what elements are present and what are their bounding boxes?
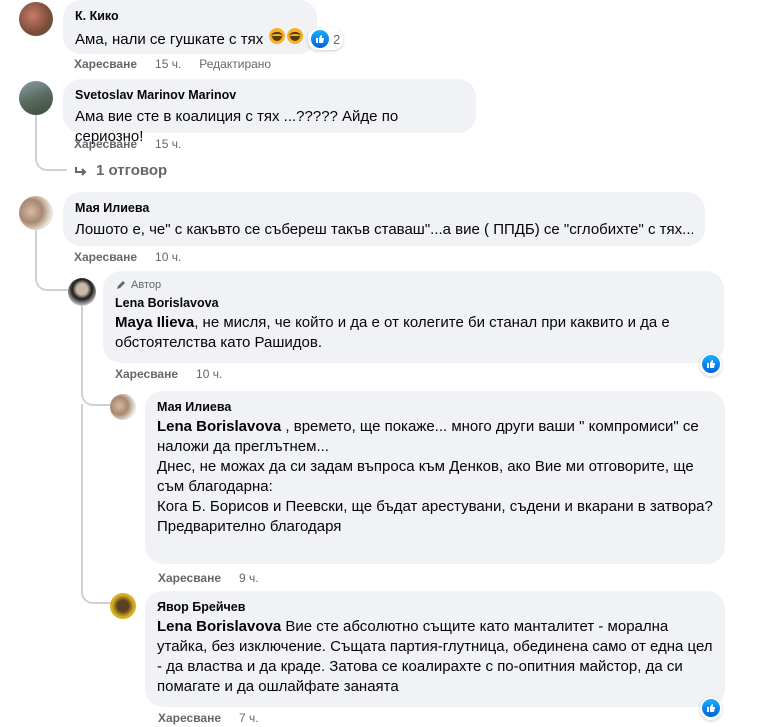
pencil-icon xyxy=(117,281,125,289)
reply-actions: Харесване 10 ч. xyxy=(115,367,240,381)
reply-text: Lena Borislavova , времето, ще покаже...… xyxy=(157,418,699,455)
reply-time[interactable]: 10 ч. xyxy=(196,367,222,381)
comment-author[interactable]: Мая Илиева xyxy=(75,200,693,216)
mention-link[interactable]: Lena Borislavova xyxy=(157,618,281,635)
reply-text-line: Предварително благодаря xyxy=(157,518,342,535)
comment-time[interactable]: 10 ч. xyxy=(155,250,181,264)
reply-actions: Харесване 7 ч. xyxy=(158,711,277,725)
avatar[interactable] xyxy=(19,81,53,115)
like-reaction-icon xyxy=(702,699,720,717)
laughing-emoji-icon xyxy=(269,28,286,44)
comment-time[interactable]: 15 ч. xyxy=(155,137,181,151)
comment-actions: Харесване 15 ч. xyxy=(74,137,199,151)
like-reaction-icon xyxy=(311,30,329,48)
reaction-count: 2 xyxy=(333,31,341,47)
avatar[interactable] xyxy=(19,2,53,36)
laughing-emoji-icon xyxy=(287,28,304,44)
thread-line-svetoslav xyxy=(35,114,67,171)
reaction-summary[interactable] xyxy=(700,353,722,376)
mention-link[interactable]: Maya Ilieva xyxy=(115,314,194,331)
avatar[interactable] xyxy=(68,278,96,306)
comment-bubble: Svetoslav Marinov Marinov Ама вие сте в … xyxy=(63,79,476,145)
reply-actions: Харесване 9 ч. xyxy=(158,571,277,585)
author-badge: Автор xyxy=(115,279,712,291)
reaction-summary[interactable] xyxy=(700,697,722,720)
reply-author[interactable]: Явор Брейчев xyxy=(157,599,713,615)
comment-bubble: Мая Илиева Лошото е, че" с какъвто се съ… xyxy=(63,192,705,246)
avatar[interactable] xyxy=(110,394,136,420)
comment-author[interactable]: К. Кико xyxy=(75,8,305,24)
like-button[interactable]: Харесване xyxy=(115,367,178,381)
like-button[interactable]: Харесване xyxy=(74,250,137,264)
reply-time[interactable]: 7 ч. xyxy=(239,711,259,725)
reaction-summary[interactable]: 2 xyxy=(308,28,344,50)
comment-actions: Харесване 15 ч. Редактирано xyxy=(74,57,271,71)
reply-author[interactable]: Lena Borislavova xyxy=(115,295,712,311)
view-replies-link[interactable]: 1 отговор xyxy=(74,162,167,179)
edited-label: Редактирано xyxy=(199,57,272,71)
avatar[interactable] xyxy=(110,593,136,619)
comment-time[interactable]: 15 ч. xyxy=(155,57,181,71)
reply-bubble: Мая Илиева Lena Borislavova , времето, щ… xyxy=(145,391,725,564)
like-button[interactable]: Харесване xyxy=(74,137,137,151)
reply-arrow-icon xyxy=(75,166,87,176)
avatar[interactable] xyxy=(19,196,53,230)
comment-text: Лошото е, че" с какъвто се събереш такъв… xyxy=(75,221,693,238)
like-button[interactable]: Харесване xyxy=(158,571,221,585)
reply-text-line: Днес, не можах да си задам въпроса към Д… xyxy=(157,458,694,495)
reply-text: Maya Ilieva, не мисля, че който и да е о… xyxy=(115,314,670,351)
mention-link[interactable]: Lena Borislavova xyxy=(157,418,281,435)
reply-text: Lena Borislavova Вие сте абсолютно същит… xyxy=(157,618,713,695)
comment-text: Ама, нали се гушкате с тях xyxy=(75,28,305,50)
thread-line-lena-2 xyxy=(81,404,111,604)
reply-time[interactable]: 9 ч. xyxy=(239,571,259,585)
comment-bubble: К. Кико Ама, нали се гушкате с тях xyxy=(63,0,317,54)
like-button[interactable]: Харесване xyxy=(74,57,137,71)
reply-author[interactable]: Мая Илиева xyxy=(157,399,713,415)
comment-author[interactable]: Svetoslav Marinov Marinov xyxy=(75,87,464,103)
reply-bubble: Автор Lena Borislavova Maya Ilieva, не м… xyxy=(103,271,724,363)
thread-line-maya xyxy=(35,228,68,291)
reply-bubble: Явор Брейчев Lena Borislavova Вие сте аб… xyxy=(145,591,725,707)
replies-count[interactable]: 1 отговор xyxy=(96,162,167,179)
like-reaction-icon xyxy=(702,355,720,373)
comment-actions: Харесване 10 ч. xyxy=(74,250,199,264)
like-button[interactable]: Харесване xyxy=(158,711,221,725)
reply-text-line: Кога Б. Борисов и Пеевски, ще бъдат арес… xyxy=(157,498,713,515)
